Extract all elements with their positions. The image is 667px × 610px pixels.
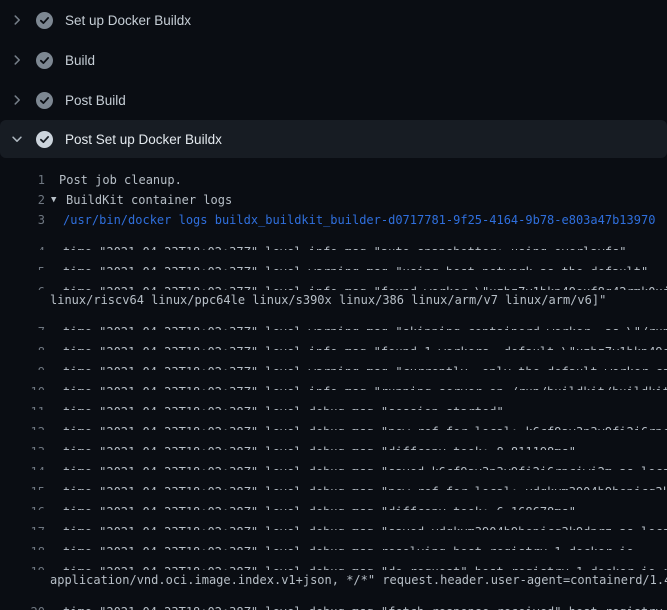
log-line-number[interactable]: 11 bbox=[0, 402, 45, 410]
log-line-continuation: application/vnd.oci.image.index.v1+json,… bbox=[0, 570, 667, 590]
log-line-text: BuildKit container logs bbox=[66, 190, 232, 210]
log-line: 20 time="2021-04-23T18:02:38Z" level=debu… bbox=[0, 590, 667, 610]
log-line: 6 time="2021-04-23T18:02:37Z" level=info … bbox=[0, 270, 667, 290]
log-line: 8 time="2021-04-23T18:02:37Z" level=info … bbox=[0, 330, 667, 350]
step-header-post-build[interactable]: Post Build bbox=[0, 80, 667, 120]
log-line-text: time="2021-04-23T18:02:37Z" level=info m… bbox=[63, 342, 667, 350]
log-line-continuation: linux/riscv64 linux/ppc64le linux/s390x … bbox=[0, 290, 667, 310]
log-line-text: Post job cleanup. bbox=[59, 170, 182, 190]
log-line: 3/usr/bin/docker logs buildx_buildkit_bu… bbox=[0, 210, 667, 230]
log-line-text: time="2021-04-23T18:02:38Z" level=debug … bbox=[63, 522, 667, 530]
log-line-number[interactable]: 17 bbox=[0, 522, 45, 530]
log-line-number[interactable]: 7 bbox=[0, 322, 45, 330]
chevron-down-icon bbox=[9, 131, 25, 147]
log-line-text: time="2021-04-23T18:02:38Z" level=debug … bbox=[63, 542, 634, 550]
log-line-text: time="2021-04-23T18:02:37Z" level=warnin… bbox=[63, 262, 648, 270]
log-line-text: time="2021-04-23T18:02:38Z" level=debug … bbox=[63, 422, 667, 430]
log-command-text: /usr/bin/docker logs buildx_buildkit_bui… bbox=[63, 210, 655, 230]
log-line-text: linux/riscv64 linux/ppc64le linux/s390x … bbox=[50, 290, 606, 310]
log-line-text: time="2021-04-23T18:02:38Z" level=debug … bbox=[63, 562, 667, 570]
log-line-text: application/vnd.oci.image.index.v1+json,… bbox=[50, 570, 667, 590]
group-collapse-triangle-icon[interactable]: ▼ bbox=[51, 190, 64, 210]
log-line: 13 time="2021-04-23T18:02:38Z" level=debu… bbox=[0, 430, 667, 450]
log-line: 4 time="2021-04-23T18:02:37Z" level=info … bbox=[0, 230, 667, 250]
log-line-text: time="2021-04-23T18:02:38Z" level=debug … bbox=[63, 602, 667, 610]
chevron-right-icon bbox=[9, 12, 25, 28]
log-line: 18 time="2021-04-23T18:02:38Z" level=debu… bbox=[0, 530, 667, 550]
log-line: 14 time="2021-04-23T18:02:38Z" level=debu… bbox=[0, 450, 667, 470]
log-line-number[interactable]: 9 bbox=[0, 362, 45, 370]
log-line: 12 time="2021-04-23T18:02:38Z" level=debu… bbox=[0, 410, 667, 430]
step-label: Build bbox=[65, 53, 95, 68]
log-line-text: time="2021-04-23T18:02:38Z" level=debug … bbox=[63, 502, 576, 510]
log-line-number[interactable]: 8 bbox=[0, 342, 45, 350]
log-line-number[interactable]: 4 bbox=[0, 242, 45, 250]
log-line: 17 time="2021-04-23T18:02:38Z" level=debu… bbox=[0, 510, 667, 530]
log-line-text: time="2021-04-23T18:02:38Z" level=debug … bbox=[63, 482, 667, 490]
log-line-text: time="2021-04-23T18:02:38Z" level=debug … bbox=[63, 402, 504, 410]
log-line: 16 time="2021-04-23T18:02:38Z" level=debu… bbox=[0, 490, 667, 510]
log-line: 5 time="2021-04-23T18:02:37Z" level=warni… bbox=[0, 250, 667, 270]
step-header-post-setup-docker-buildx[interactable]: Post Set up Docker Buildx bbox=[0, 120, 667, 158]
log-line: 9 time="2021-04-23T18:02:37Z" level=warni… bbox=[0, 350, 667, 370]
log-line-number[interactable]: 20 bbox=[0, 602, 45, 610]
log-line-text: time="2021-04-23T18:02:37Z" level=info m… bbox=[63, 242, 627, 250]
log-line-text: time="2021-04-23T18:02:37Z" level=warnin… bbox=[63, 322, 667, 330]
log-line: 2 ▼BuildKit container logs bbox=[0, 190, 667, 210]
log-line-text: time="2021-04-23T18:02:38Z" level=debug … bbox=[63, 442, 576, 450]
log-line-number[interactable]: 13 bbox=[0, 442, 45, 450]
log-line-text: time="2021-04-23T18:02:38Z" level=debug … bbox=[63, 462, 667, 470]
log-line-text: time="2021-04-23T18:02:37Z" level=info m… bbox=[63, 382, 667, 390]
log-line-number[interactable]: 19 bbox=[0, 562, 45, 570]
log-line-number[interactable]: 2 bbox=[0, 190, 45, 210]
log-line: 19 time="2021-04-23T18:02:38Z" level=debu… bbox=[0, 550, 667, 570]
step-label: Post Build bbox=[65, 93, 126, 108]
log-viewer: 1 Post job cleanup. 2 ▼BuildKit container l… bbox=[0, 158, 667, 610]
log-line: 10 time="2021-04-23T18:02:37Z" level=info… bbox=[0, 370, 667, 390]
log-line-number[interactable]: 5 bbox=[0, 262, 45, 270]
chevron-right-icon bbox=[9, 52, 25, 68]
log-line: 1 Post job cleanup. bbox=[0, 170, 667, 190]
log-line-number[interactable]: 1 bbox=[0, 170, 45, 190]
log-line-number[interactable]: 14 bbox=[0, 462, 45, 470]
log-line: 7 time="2021-04-23T18:02:37Z" level=warni… bbox=[0, 310, 667, 330]
log-line-number[interactable]: 10 bbox=[0, 382, 45, 390]
step-header-setup-docker-buildx[interactable]: Set up Docker Buildx bbox=[0, 0, 667, 40]
success-check-icon bbox=[36, 92, 53, 109]
log-line-number[interactable]: 18 bbox=[0, 542, 45, 550]
step-list: Set up Docker Buildx Build Post Build Po… bbox=[0, 0, 667, 158]
log-line-text: time="2021-04-23T18:02:37Z" level=warnin… bbox=[63, 362, 667, 370]
chevron-right-icon bbox=[9, 92, 25, 108]
log-line-number[interactable]: 6 bbox=[0, 282, 45, 290]
step-label: Post Set up Docker Buildx bbox=[65, 132, 222, 147]
log-line: 11 time="2021-04-23T18:02:38Z" level=debu… bbox=[0, 390, 667, 410]
success-check-icon bbox=[36, 12, 53, 29]
log-line-number[interactable]: 16 bbox=[0, 502, 45, 510]
log-line-number[interactable]: 15 bbox=[0, 482, 45, 490]
log-line: 15 time="2021-04-23T18:02:38Z" level=debu… bbox=[0, 470, 667, 490]
step-label: Set up Docker Buildx bbox=[65, 13, 191, 28]
log-line-text: time="2021-04-23T18:02:37Z" level=info m… bbox=[63, 282, 667, 290]
log-line-number[interactable]: 12 bbox=[0, 422, 45, 430]
success-check-icon bbox=[36, 52, 53, 69]
step-header-build[interactable]: Build bbox=[0, 40, 667, 80]
log-line-number[interactable]: 3 bbox=[0, 210, 45, 230]
success-check-icon bbox=[36, 131, 53, 148]
